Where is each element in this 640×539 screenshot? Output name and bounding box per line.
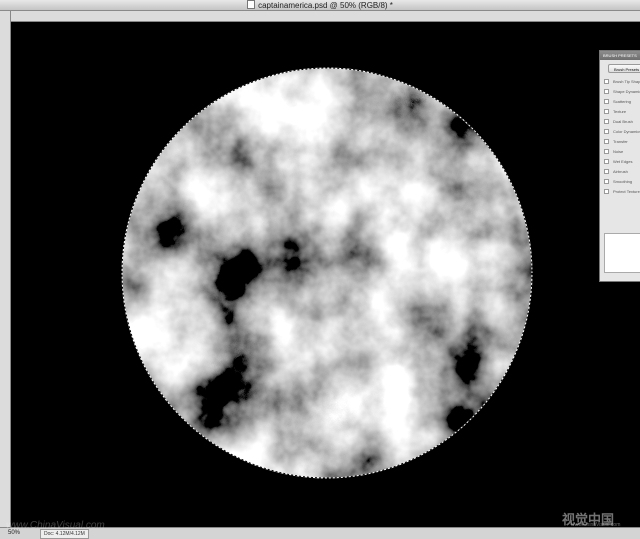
brush-option-row[interactable]: Noise xyxy=(600,146,640,156)
brush-panel-header[interactable]: BRUSH PRESETS xyxy=(600,51,640,60)
brush-option-row[interactable]: Texture xyxy=(600,106,640,116)
brush-option-checkbox[interactable] xyxy=(604,128,609,134)
watermark-left: www.ChinaVisual.com xyxy=(6,520,105,531)
brush-option-checkbox[interactable] xyxy=(604,168,609,174)
brush-option-row[interactable]: Airbrush xyxy=(600,166,640,176)
window-title-text: captainamerica.psd @ 50% (RGB/8) * xyxy=(258,1,393,10)
brush-option-checkbox[interactable] xyxy=(604,78,609,84)
brush-option-checkbox[interactable] xyxy=(604,178,609,184)
brush-option-row[interactable]: Wet Edges xyxy=(600,156,640,166)
brush-option-row[interactable]: Smoothing xyxy=(600,176,640,186)
brush-option-label: Scattering xyxy=(613,98,632,104)
brush-option-row[interactable]: Shape Dynamics xyxy=(600,86,640,96)
vertical-ruler[interactable] xyxy=(0,11,11,527)
brush-option-row[interactable]: Transfer xyxy=(600,136,640,146)
brush-option-label: Noise xyxy=(613,148,624,154)
brush-option-label: Airbrush xyxy=(613,168,628,174)
brush-option-row[interactable]: Color Dynamics xyxy=(600,126,640,136)
document-canvas[interactable] xyxy=(11,22,640,527)
brush-option-row[interactable]: Scattering xyxy=(600,96,640,106)
brush-option-checkbox[interactable] xyxy=(604,88,609,94)
brush-option-label: Smoothing xyxy=(613,178,633,184)
title-bar: captainamerica.psd @ 50% (RGB/8) * xyxy=(0,0,640,11)
horizontal-ruler[interactable] xyxy=(10,11,640,22)
brush-option-label: Transfer xyxy=(613,138,628,144)
cloud-filled-circle-selection[interactable] xyxy=(121,67,533,479)
window-title: captainamerica.psd @ 50% (RGB/8) * xyxy=(0,0,640,10)
brush-option-row[interactable]: Brush Tip Shape xyxy=(600,76,640,86)
brush-option-checkbox[interactable] xyxy=(604,148,609,154)
brush-option-checkbox[interactable] xyxy=(604,138,609,144)
brush-panel: BRUSH PRESETS Brush Presets Brush Tip Sh… xyxy=(599,50,640,282)
brush-option-row[interactable]: Dual Brush xyxy=(600,116,640,126)
brush-option-checkbox[interactable] xyxy=(604,188,609,194)
brush-option-label: Shape Dynamics xyxy=(613,88,640,94)
brush-presets-button[interactable]: Brush Presets xyxy=(608,64,640,73)
brush-option-label: Dual Brush xyxy=(613,118,633,124)
brush-option-label: Wet Edges xyxy=(613,158,633,164)
watermark-logo-url: www.ChinaVisual.com xyxy=(571,522,621,528)
brush-options-list: Brush Tip Shape Shape Dynamics Scattering T… xyxy=(600,76,640,196)
brush-option-label: Texture xyxy=(613,108,627,114)
brush-option-label: Brush Tip Shape xyxy=(613,78,640,84)
brush-option-label: Color Dynamics xyxy=(613,128,640,134)
brush-option-checkbox[interactable] xyxy=(604,118,609,124)
brush-stroke-preview xyxy=(604,233,640,273)
brush-option-label: Protect Texture xyxy=(613,188,640,194)
document-icon xyxy=(247,0,256,9)
brush-option-checkbox[interactable] xyxy=(604,108,609,114)
brush-option-row[interactable]: Protect Texture xyxy=(600,186,640,196)
brush-option-checkbox[interactable] xyxy=(604,158,609,164)
brush-option-checkbox[interactable] xyxy=(604,98,609,104)
